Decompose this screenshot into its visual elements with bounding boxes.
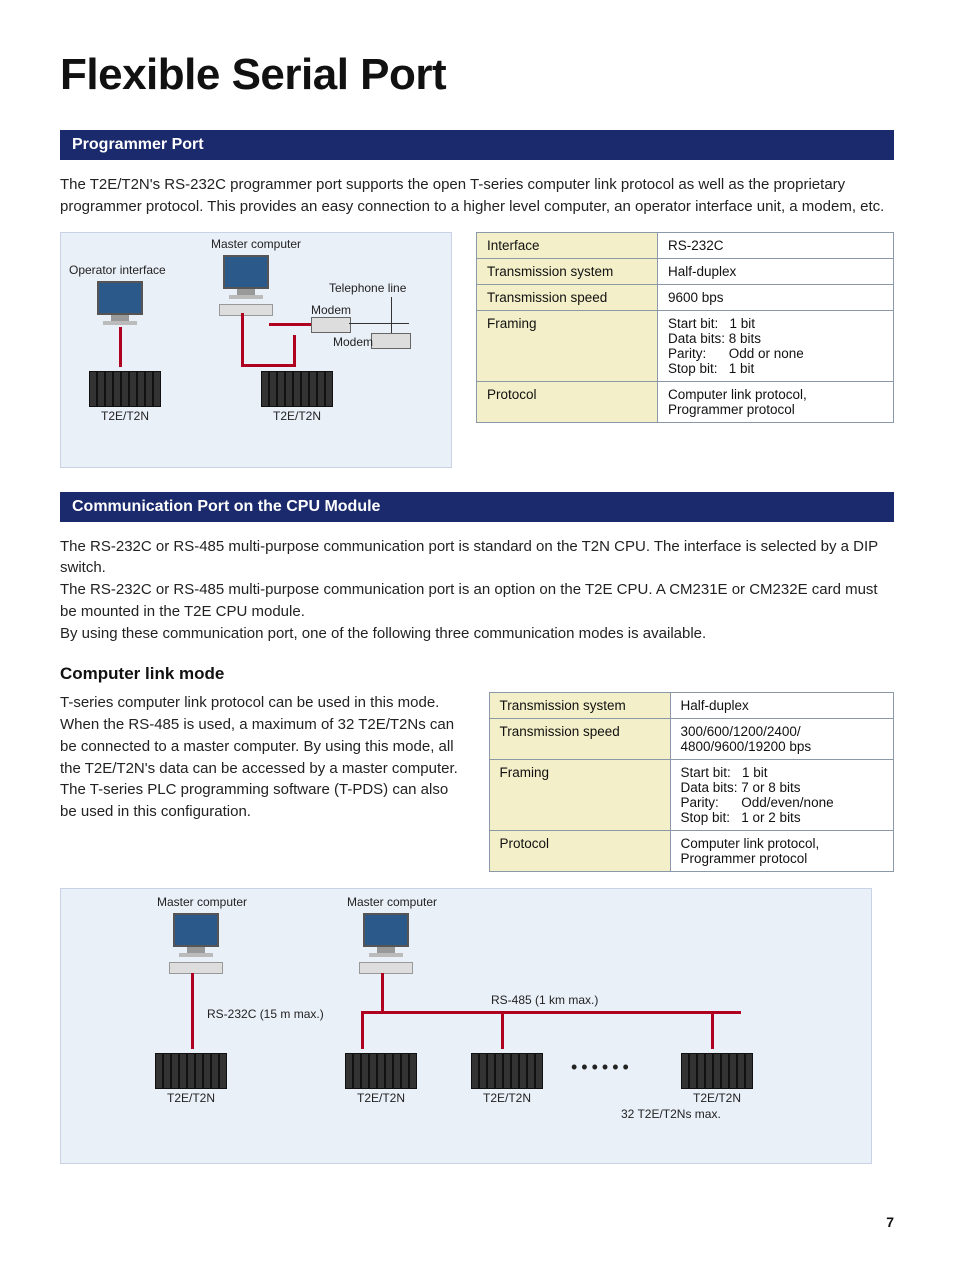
label-modem-2: Modem [333, 335, 373, 349]
label-node: T2E/T2N [345, 1091, 417, 1105]
label-rs485: RS-485 (1 km max.) [491, 993, 598, 1007]
label-modem-1: Modem [311, 303, 351, 317]
subheading-computer-link-mode: Computer link mode [60, 664, 894, 684]
label-node-left: T2E/T2N [89, 409, 161, 423]
plc-icon [681, 1053, 753, 1089]
section-heading-comm-port: Communication Port on the CPU Module [60, 492, 894, 522]
section1-body: The T2E/T2N's RS-232C programmer port su… [60, 174, 894, 218]
plc-icon [345, 1053, 417, 1089]
plc-icon [261, 371, 333, 407]
diagram-computer-link-mode: Master computer Master computer RS-232C … [60, 888, 872, 1164]
label-telephone-line: Telephone line [329, 281, 406, 295]
spec-table-programmer-port: InterfaceRS-232C Transmission systemHalf… [476, 232, 894, 423]
label-node: T2E/T2N [471, 1091, 543, 1105]
modem-icon [371, 333, 411, 349]
modem-icon [311, 317, 351, 333]
section2-subbody: T-series computer link protocol can be u… [60, 692, 465, 823]
label-max-nodes: 32 T2E/T2Ns max. [621, 1107, 721, 1121]
page-number: 7 [60, 1214, 894, 1230]
keyboard-icon [219, 304, 273, 316]
monitor-icon [173, 913, 219, 957]
monitor-icon [363, 913, 409, 957]
table-row: Transmission speed300/600/1200/2400/ 480… [489, 719, 894, 760]
table-row: FramingStart bit: 1 bit Data bits: 8 bit… [477, 310, 894, 381]
table-row: ProtocolComputer link protocol, Programm… [489, 831, 894, 872]
plc-icon [89, 371, 161, 407]
table-row: Transmission systemHalf-duplex [477, 258, 894, 284]
table-row: ProtocolComputer link protocol, Programm… [477, 381, 894, 422]
label-master-left: Master computer [157, 895, 247, 909]
monitor-icon [223, 255, 269, 299]
spec-table-comm-port: Transmission systemHalf-duplex Transmiss… [489, 692, 895, 872]
plc-icon [471, 1053, 543, 1089]
label-rs232: RS-232C (15 m max.) [207, 1007, 324, 1021]
label-operator-interface: Operator interface [69, 263, 166, 277]
keyboard-icon [169, 962, 223, 974]
label-node: T2E/T2N [681, 1091, 753, 1105]
label-node: T2E/T2N [155, 1091, 227, 1105]
monitor-icon [97, 281, 143, 325]
page-title: Flexible Serial Port [60, 50, 894, 100]
table-row: InterfaceRS-232C [477, 232, 894, 258]
label-node-right: T2E/T2N [261, 409, 333, 423]
keyboard-icon [359, 962, 413, 974]
ellipsis-icon: •••••• [571, 1057, 633, 1078]
label-master-right: Master computer [347, 895, 437, 909]
table-row: FramingStart bit: 1 bit Data bits: 7 or … [489, 760, 894, 831]
section-heading-programmer-port: Programmer Port [60, 130, 894, 160]
table-row: Transmission systemHalf-duplex [489, 693, 894, 719]
section2-body: The RS-232C or RS-485 multi-purpose comm… [60, 536, 894, 645]
plc-icon [155, 1053, 227, 1089]
diagram-programmer-port: Master computer Operator interface Telep… [60, 232, 452, 468]
table-row: Transmission speed9600 bps [477, 284, 894, 310]
label-master-computer: Master computer [211, 237, 301, 251]
